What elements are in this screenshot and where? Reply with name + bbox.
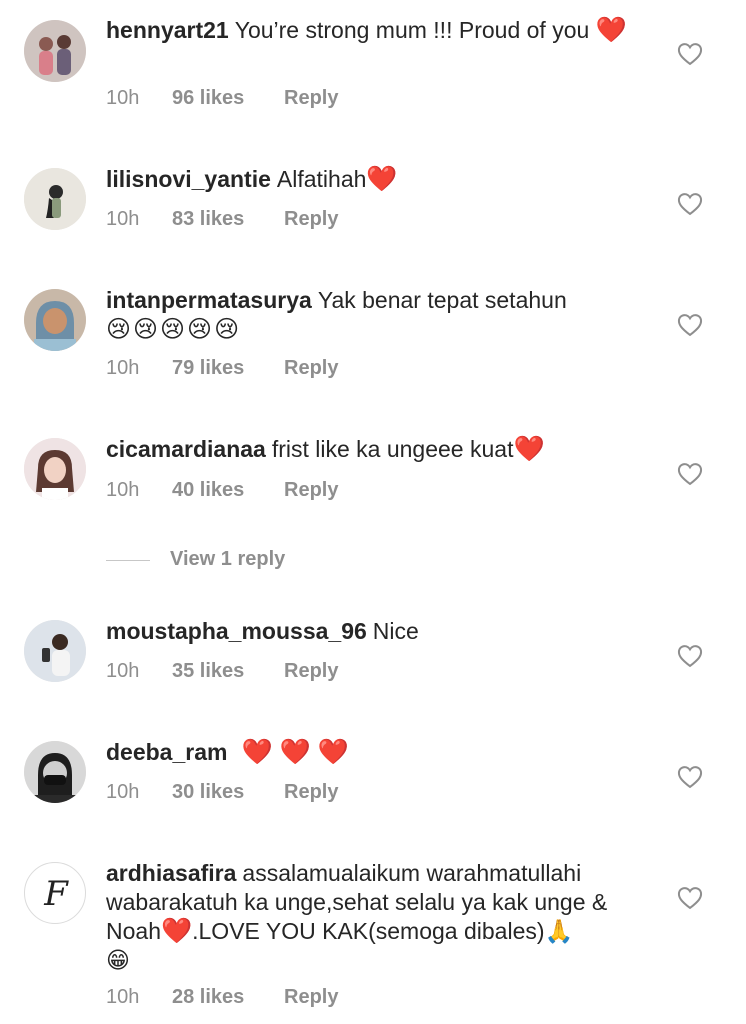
- heart-emoji: ❤️: [366, 165, 398, 193]
- username[interactable]: ardhiasafira: [106, 860, 236, 886]
- heart-emoji: ❤️: [160, 917, 193, 945]
- comment-meta: 10h 35 likes Reply: [106, 660, 338, 683]
- avatar[interactable]: [24, 168, 86, 230]
- timestamp: 10h: [106, 479, 140, 501]
- comment-text: intanpermatasurya Yak benar tepat setahun…: [106, 286, 636, 344]
- timestamp: 10h: [106, 986, 140, 1008]
- heart-icon[interactable]: [676, 40, 704, 68]
- comment-text: deeba_ram ❤️ ❤️ ❤️: [106, 738, 636, 767]
- comment-text: ardhiasafira assalamualaikum warahmatulla…: [106, 859, 636, 975]
- view-replies-label: View 1 reply: [170, 548, 286, 570]
- username[interactable]: hennyart21: [106, 17, 229, 43]
- comment-body: Nice: [372, 618, 419, 644]
- username[interactable]: cicamardianaa: [106, 436, 266, 462]
- timestamp: 10h: [106, 357, 140, 379]
- heart-icon[interactable]: [676, 763, 704, 791]
- avatar-letter: F: [43, 874, 69, 914]
- likes-count[interactable]: 28 likes: [172, 986, 284, 1009]
- crying-emoji: 😢😢😢😢😢: [106, 316, 242, 343]
- username[interactable]: lilisnovi_yantie: [106, 166, 271, 192]
- reply-button[interactable]: Reply: [284, 479, 338, 502]
- comment-text: hennyart21 You’re strong mum !!! Proud of…: [106, 16, 636, 45]
- comment-body: You’re strong mum !!! Proud of you: [234, 17, 590, 43]
- likes-count[interactable]: 30 likes: [172, 781, 284, 804]
- comment-body-continued: .LOVE YOU KAK(semoga dibales): [192, 918, 545, 944]
- comment-text: moustapha_moussa_96 Nice: [106, 617, 636, 646]
- comment-meta: 10h 83 likes Reply: [106, 208, 338, 231]
- username[interactable]: deeba_ram: [106, 739, 227, 765]
- reply-button[interactable]: Reply: [284, 208, 338, 231]
- replies-divider: [106, 560, 150, 561]
- reply-button[interactable]: Reply: [284, 660, 338, 683]
- reply-button[interactable]: Reply: [284, 87, 338, 110]
- timestamp: 10h: [106, 208, 140, 230]
- username[interactable]: intanpermatasurya: [106, 287, 312, 313]
- comment-body: Yak benar tepat setahun: [317, 287, 567, 313]
- grin-emoji: 😁: [106, 947, 130, 973]
- heart-icon[interactable]: [676, 884, 704, 912]
- comment-meta: 10h 40 likes Reply: [106, 479, 338, 502]
- timestamp: 10h: [106, 87, 140, 109]
- timestamp: 10h: [106, 660, 140, 682]
- username[interactable]: moustapha_moussa_96: [106, 618, 367, 644]
- likes-count[interactable]: 79 likes: [172, 357, 284, 380]
- likes-count[interactable]: 96 likes: [172, 87, 284, 110]
- comment-meta: 10h 79 likes Reply: [106, 357, 338, 380]
- heart-icon[interactable]: [676, 642, 704, 670]
- avatar[interactable]: [24, 289, 86, 351]
- comment-text: cicamardianaa frist like ka ungeee kuat❤️: [106, 435, 636, 464]
- timestamp: 10h: [106, 781, 140, 803]
- likes-count[interactable]: 83 likes: [172, 208, 284, 231]
- comment-meta: 10h 96 likes Reply: [106, 87, 338, 110]
- comment-body: Alfatihah: [276, 166, 367, 192]
- avatar[interactable]: [24, 20, 86, 82]
- comment-text: lilisnovi_yantie Alfatihah❤️: [106, 165, 636, 194]
- comment-meta: 10h 28 likes Reply: [106, 986, 338, 1009]
- heart-emoji: ❤️: [595, 16, 627, 44]
- heart-emoji: ❤️: [513, 435, 545, 463]
- reply-button[interactable]: Reply: [284, 781, 338, 804]
- heart-emoji: ❤️ ❤️ ❤️: [241, 738, 349, 766]
- pray-emoji: 🙏: [544, 918, 574, 944]
- heart-icon[interactable]: [676, 460, 704, 488]
- avatar[interactable]: [24, 438, 86, 500]
- comment-meta: 10h 30 likes Reply: [106, 781, 338, 804]
- reply-button[interactable]: Reply: [284, 357, 338, 380]
- heart-icon[interactable]: [676, 190, 704, 218]
- reply-button[interactable]: Reply: [284, 986, 338, 1009]
- heart-icon[interactable]: [676, 311, 704, 339]
- avatar[interactable]: [24, 741, 86, 803]
- likes-count[interactable]: 40 likes: [172, 479, 284, 502]
- avatar[interactable]: [24, 620, 86, 682]
- avatar[interactable]: F: [24, 862, 86, 924]
- comment-body: frist like ka ungeee kuat: [271, 436, 514, 462]
- likes-count[interactable]: 35 likes: [172, 660, 284, 683]
